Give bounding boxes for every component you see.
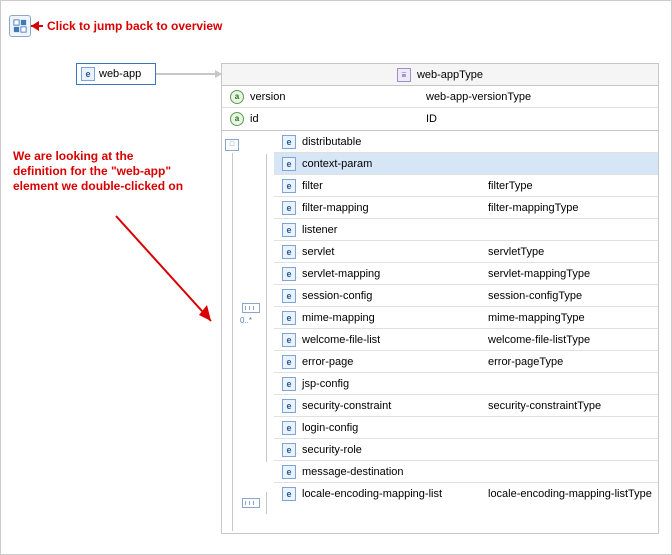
child-element-row[interactable]: e mime-mapping mime-mappingType xyxy=(274,307,658,329)
child-name: mime-mapping xyxy=(302,312,375,324)
child-element-row[interactable]: e session-config session-configType xyxy=(274,285,658,307)
connector-arrow xyxy=(156,73,221,75)
annotation-top: Click to jump back to overview xyxy=(47,19,222,33)
child-type: servlet-mappingType xyxy=(484,268,658,280)
child-type: servletType xyxy=(484,246,658,258)
attribute-type: ID xyxy=(422,113,658,125)
child-element-row[interactable]: e security-constraint security-constraintT… xyxy=(274,395,658,417)
occurs-label: 0..* xyxy=(240,316,252,325)
child-element-row[interactable]: e listener xyxy=(274,219,658,241)
element-icon: e xyxy=(282,399,296,413)
child-name: locale-encoding-mapping-list xyxy=(302,488,442,500)
child-name: message-destination xyxy=(302,466,404,478)
child-element-row[interactable]: e context-param xyxy=(274,153,658,175)
element-icon: e xyxy=(282,377,296,391)
type-panel-header: ⩸ web-appType xyxy=(222,64,658,86)
child-type: locale-encoding-mapping-listType xyxy=(484,488,658,500)
attribute-icon: a xyxy=(230,90,244,104)
child-element-row[interactable]: e welcome-file-list welcome-file-listType xyxy=(274,329,658,351)
group-sequence-icon[interactable]: □ xyxy=(225,139,239,151)
attribute-name: id xyxy=(250,113,259,125)
element-icon: e xyxy=(282,135,296,149)
element-icon: e xyxy=(282,421,296,435)
child-element-row[interactable]: e servlet servletType xyxy=(274,241,658,263)
element-icon: e xyxy=(282,465,296,479)
child-name: distributable xyxy=(302,136,361,148)
child-name: security-constraint xyxy=(302,400,391,412)
child-name: filter-mapping xyxy=(302,202,369,214)
child-type: filter-mappingType xyxy=(484,202,658,214)
element-icon: e xyxy=(282,157,296,171)
child-name: servlet-mapping xyxy=(302,268,380,280)
element-label: web-app xyxy=(99,68,141,80)
element-icon: e xyxy=(282,201,296,215)
complex-type-icon: ⩸ xyxy=(397,68,411,82)
child-name: servlet xyxy=(302,246,334,258)
element-icon: e xyxy=(282,289,296,303)
attribute-type: web-app-versionType xyxy=(422,91,658,103)
child-type: welcome-file-listType xyxy=(484,334,658,346)
attribute-icon: a xyxy=(230,112,244,126)
child-name: session-config xyxy=(302,290,372,302)
type-panel: ⩸ web-appType a version web-app-versionTyp… xyxy=(221,63,659,534)
child-name: security-role xyxy=(302,444,362,456)
element-icon: e xyxy=(282,223,296,237)
child-name: login-config xyxy=(302,422,358,434)
attribute-name: version xyxy=(250,91,285,103)
child-type: security-constraintType xyxy=(484,400,658,412)
annotation-left: We are looking at the definition for the… xyxy=(13,149,188,194)
attribute-row[interactable]: a version web-app-versionType xyxy=(222,86,658,108)
child-name: listener xyxy=(302,224,337,236)
type-title: web-appType xyxy=(417,69,483,81)
element-icon: e xyxy=(282,311,296,325)
child-element-row[interactable]: e servlet-mapping servlet-mappingType xyxy=(274,263,658,285)
child-type: mime-mappingType xyxy=(484,312,658,324)
annotation-arrow xyxy=(111,211,231,331)
model-group-icon[interactable] xyxy=(242,498,260,508)
element-icon: e xyxy=(282,333,296,347)
child-element-row[interactable]: efilter filterType xyxy=(274,175,658,197)
element-node-webapp[interactable]: e web-app xyxy=(76,63,156,85)
child-name: welcome-file-list xyxy=(302,334,380,346)
element-icon: e xyxy=(282,487,296,501)
child-name: jsp-config xyxy=(302,378,349,390)
child-element-row[interactable]: e locale-encoding-mapping-list locale-enco… xyxy=(274,483,658,505)
child-element-row[interactable]: e jsp-config xyxy=(274,373,658,395)
child-element-row[interactable]: e error-page error-pageType xyxy=(274,351,658,373)
element-icon: e xyxy=(81,67,95,81)
attribute-row[interactable]: aid ID xyxy=(222,108,658,130)
element-icon: e xyxy=(282,443,296,457)
child-name: error-page xyxy=(302,356,353,368)
child-element-row[interactable]: e security-role xyxy=(274,439,658,461)
child-element-row[interactable]: e message-destination xyxy=(274,461,658,483)
child-element-row[interactable]: e distributable xyxy=(274,131,658,153)
element-icon: e xyxy=(282,179,296,193)
child-element-row[interactable]: e login-config xyxy=(274,417,658,439)
element-icon: e xyxy=(282,355,296,369)
child-type: filterType xyxy=(484,180,658,192)
overview-button[interactable] xyxy=(9,15,31,37)
element-icon: e xyxy=(282,245,296,259)
child-type: error-pageType xyxy=(484,356,658,368)
child-name: filter xyxy=(302,180,323,192)
element-icon: e xyxy=(282,267,296,281)
overview-icon xyxy=(13,19,27,33)
model-group-icon[interactable] xyxy=(242,303,260,313)
child-type: session-configType xyxy=(484,290,658,302)
child-element-row[interactable]: e filter-mapping filter-mappingType xyxy=(274,197,658,219)
child-name: context-param xyxy=(302,158,372,170)
